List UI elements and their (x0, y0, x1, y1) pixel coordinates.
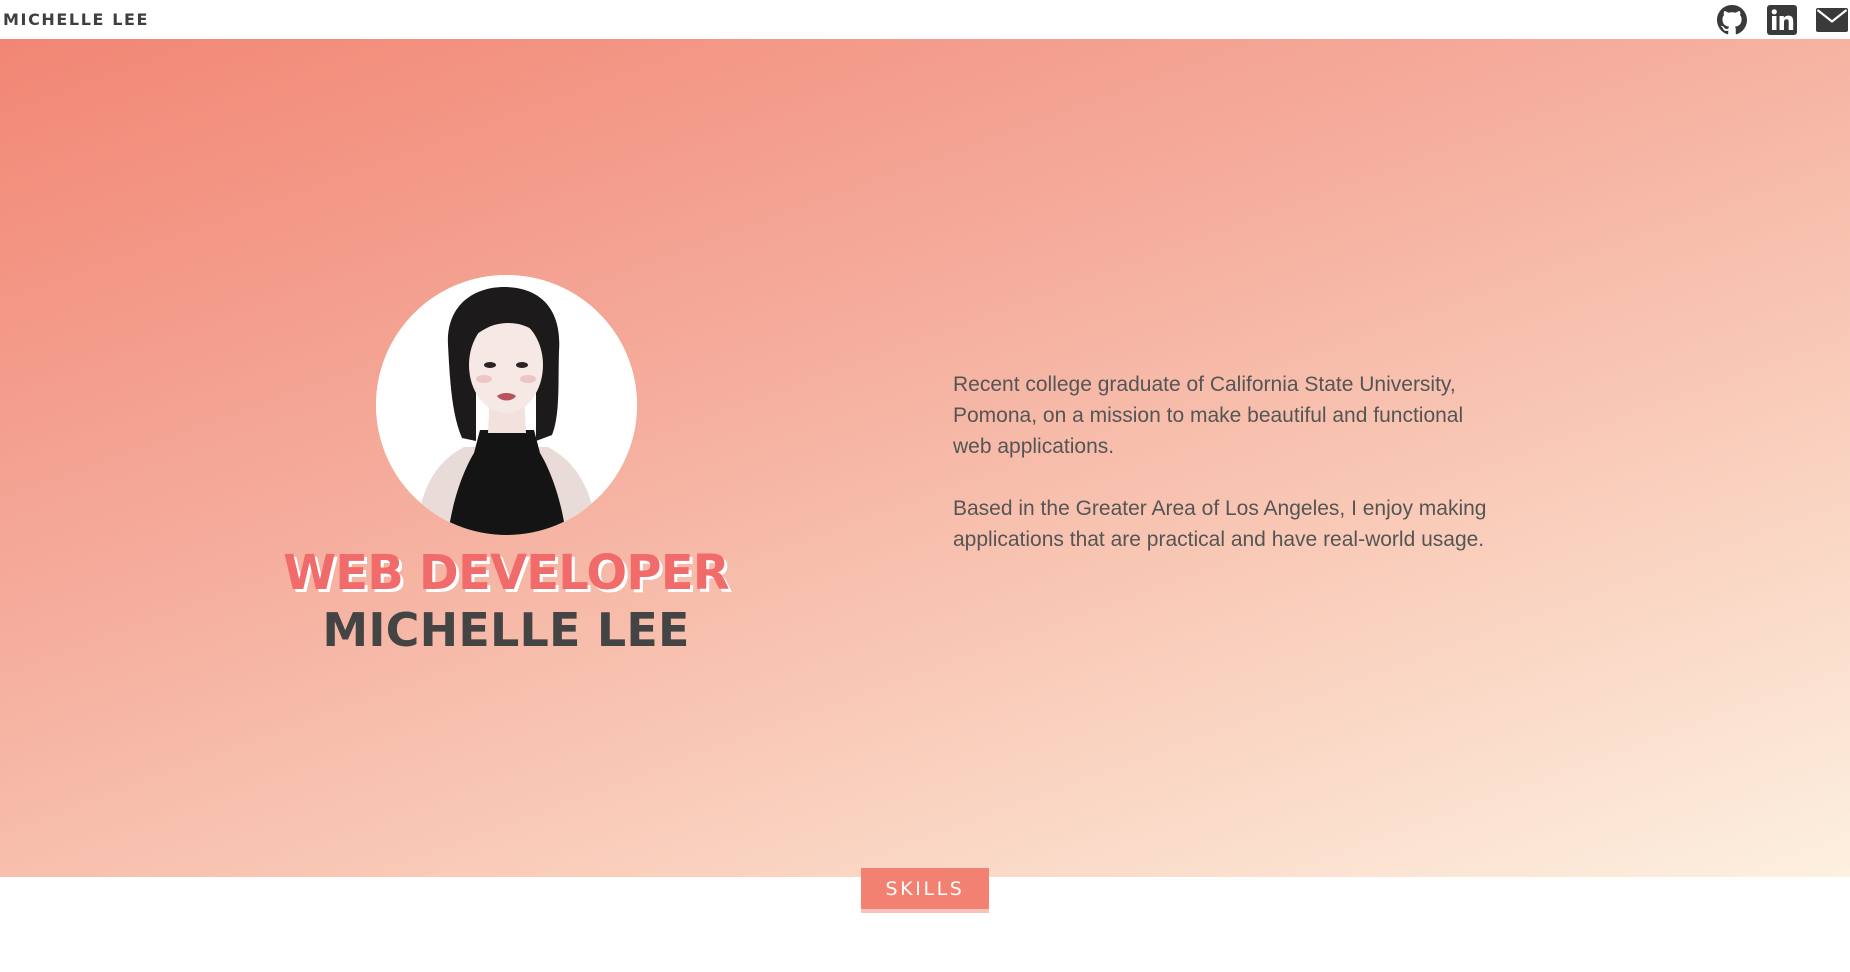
github-icon (1717, 5, 1747, 35)
github-link[interactable] (1715, 3, 1749, 37)
site-brand[interactable]: MICHELLE LEE (3, 10, 149, 29)
skills-section-tab[interactable]: SKILLS (861, 868, 989, 913)
avatar (376, 275, 637, 535)
hero-name-heading: MICHELLE LEE (322, 603, 690, 657)
hero-section: WEB DEVELOPER MICHELLE LEE Recent colleg… (0, 39, 1850, 877)
portrait-illustration (376, 275, 637, 535)
linkedin-icon (1767, 5, 1797, 35)
mail-icon (1816, 8, 1848, 32)
bio-paragraph: Based in the Greater Area of Los Angeles… (953, 497, 1487, 551)
email-link[interactable] (1814, 3, 1850, 37)
bio-paragraph: Recent college graduate of California St… (953, 373, 1464, 458)
top-navbar: MICHELLE LEE (0, 0, 1850, 39)
hero-role-heading: WEB DEVELOPER (283, 545, 730, 601)
bio-text: Recent college graduate of California St… (953, 369, 1498, 586)
linkedin-link[interactable] (1766, 3, 1798, 37)
